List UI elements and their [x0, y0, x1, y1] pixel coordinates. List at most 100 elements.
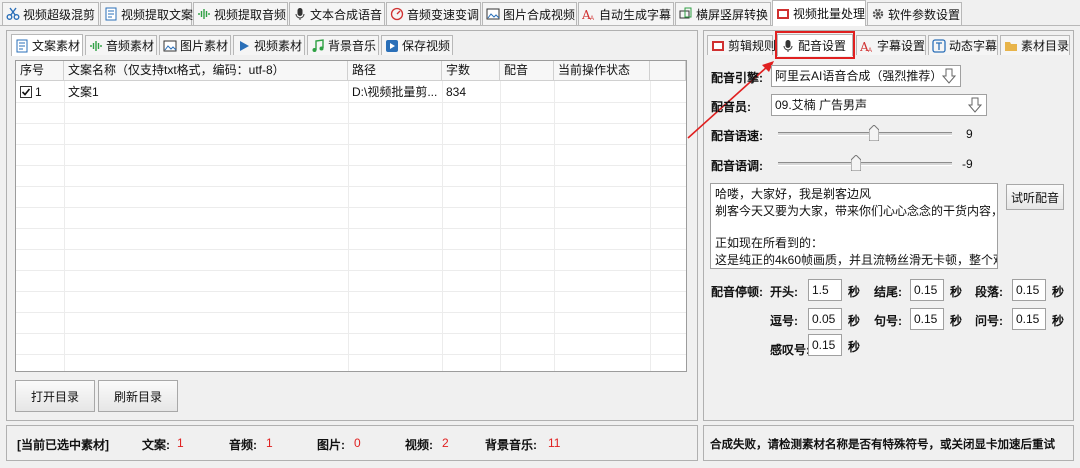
- pause-comma-input[interactable]: 0.05: [808, 308, 842, 330]
- status-bgm-label: 背景音乐:: [485, 438, 537, 452]
- tab-subtitle-settings[interactable]: AA 字幕设置: [856, 35, 926, 55]
- pause-exclaim-input[interactable]: 0.15: [808, 334, 842, 356]
- tab-text-material[interactable]: 文案素材: [11, 34, 83, 56]
- tab-auto-subtitle[interactable]: AA 自动生成字幕: [578, 2, 674, 25]
- pitch-slider-track[interactable]: [778, 162, 952, 166]
- audio-wave-icon: [90, 40, 102, 51]
- dropdown-arrow-icon[interactable]: [964, 95, 986, 115]
- col-name[interactable]: 文案名称（仅支持txt格式，编码：utf-8）: [64, 61, 348, 81]
- tab-orientation[interactable]: 横屏竖屏转换: [675, 2, 771, 25]
- tab-material-directory[interactable]: 素材目录: [1000, 35, 1070, 55]
- sample-text-area[interactable]: 哈喽，大家好，我是剃客边风 剃客今天又要为大家，带来你们心心念念的干货内容， 正…: [710, 183, 998, 269]
- tab-video-mix[interactable]: 视频超级混剪: [2, 2, 99, 25]
- row-status: [554, 82, 650, 102]
- preview-voice-button[interactable]: 试听配音: [1006, 184, 1064, 210]
- tab-label: 视频超级混剪: [23, 7, 96, 22]
- grid-row-line: [16, 228, 686, 229]
- tab-audio-material[interactable]: 音频素材: [85, 35, 157, 55]
- checkbox-checked-icon[interactable]: [20, 86, 32, 98]
- col-voice[interactable]: 配音: [500, 61, 554, 81]
- tab-extract-text[interactable]: 视频提取文案: [100, 2, 193, 25]
- tab-image-to-video[interactable]: 图片合成视频: [482, 2, 577, 25]
- row-path: D:\视频批量剪...: [352, 85, 438, 99]
- tab-text-to-speech[interactable]: 文本合成语音: [289, 2, 385, 25]
- tab-label: 自动生成字幕: [599, 7, 672, 22]
- tab-label: 剪辑规则: [728, 39, 777, 53]
- status-video-label: 视频:: [405, 438, 433, 452]
- tab-software-settings[interactable]: 软件参数设置: [867, 2, 962, 25]
- image-icon: [486, 8, 500, 20]
- grid-row-line: [16, 333, 686, 334]
- voice-actor-value: 09.艾楠 广告男声: [775, 98, 868, 112]
- tab-bgm[interactable]: 背景音乐: [307, 35, 379, 55]
- tab-label: 动态字幕: [949, 39, 998, 53]
- pause-question-input[interactable]: 0.15: [1012, 308, 1046, 330]
- tab-label: 文本合成语音: [310, 7, 383, 22]
- pause-period-label: 句号:: [874, 314, 902, 328]
- tab-edit-rules[interactable]: 剪辑规则: [707, 35, 777, 55]
- pause-end-input[interactable]: 0.15: [910, 279, 944, 301]
- open-directory-button[interactable]: 打开目录: [15, 380, 95, 412]
- engine-label: 配音引擎:: [711, 71, 763, 85]
- status-text-count: 1: [177, 436, 184, 450]
- document-icon: [105, 7, 117, 21]
- grid-col-line: [64, 81, 65, 371]
- engine-select[interactable]: 阿里云AI语音合成（强烈推荐）: [771, 65, 961, 87]
- film-icon: [777, 8, 789, 19]
- pitch-label: 配音语调:: [711, 159, 763, 173]
- col-path[interactable]: 路径: [348, 61, 442, 81]
- voice-actor-select[interactable]: 09.艾楠 广告男声: [771, 94, 987, 116]
- pause-comma-unit: 秒: [848, 314, 861, 328]
- scissors-icon: [6, 7, 20, 20]
- speed-slider-track[interactable]: [778, 132, 952, 136]
- tab-extract-audio[interactable]: 视频提取音频: [193, 2, 288, 25]
- microphone-icon: [295, 8, 305, 20]
- tab-save-video[interactable]: 保存视频: [381, 35, 453, 55]
- sample-line: [715, 219, 993, 235]
- grid-row-line: [16, 249, 686, 250]
- material-table: 序号 文案名称（仅支持txt格式，编码：utf-8） 路径 字数 配音 当前操作…: [15, 60, 687, 372]
- pitch-slider-thumb[interactable]: [851, 155, 862, 171]
- tab-batch-process[interactable]: 视频批量处理: [772, 0, 866, 26]
- film-icon: [712, 40, 724, 51]
- pause-paragraph-input[interactable]: 0.15: [1012, 279, 1046, 301]
- tab-video-material[interactable]: 视频素材: [233, 35, 305, 55]
- pause-start-label: 开头:: [770, 285, 798, 299]
- grid-row-line: [16, 165, 686, 166]
- pause-end-unit: 秒: [950, 285, 963, 299]
- speed-slider-thumb[interactable]: [868, 125, 879, 141]
- tab-label: 视频批量处理: [793, 7, 866, 21]
- svg-text:A: A: [590, 16, 594, 21]
- pause-comma-label: 逗号:: [770, 314, 798, 328]
- tab-dynamic-subtitle[interactable]: 动态字幕: [928, 35, 998, 55]
- highlight-box: [775, 31, 855, 59]
- table-row[interactable]: 1 文案1 D:\视频批量剪... 834: [16, 82, 686, 102]
- tab-image-material[interactable]: 图片素材: [159, 35, 231, 55]
- col-count[interactable]: 字数: [442, 61, 500, 81]
- row-count: 834: [446, 85, 467, 99]
- tab-label: 音频变速变调: [407, 7, 480, 22]
- pause-exclaim-unit: 秒: [848, 340, 861, 354]
- gear-icon: [872, 8, 884, 20]
- grid-col-line: [650, 81, 651, 371]
- grid-col-line: [348, 81, 349, 371]
- subtitle-icon: AA: [860, 40, 872, 53]
- pause-question-label: 问号:: [975, 314, 1003, 328]
- grid-row-line: [16, 354, 686, 355]
- selection-status-bar: [当前已选中素材] 文案: 1 音频: 1 图片: 0 视频: 2 背景音乐: …: [6, 425, 698, 461]
- col-index[interactable]: 序号: [16, 61, 64, 81]
- pause-paragraph-unit: 秒: [1052, 285, 1065, 299]
- tab-audio-speed[interactable]: 音频变速变调: [386, 2, 481, 25]
- pause-start-input[interactable]: 1.5: [808, 279, 842, 301]
- image-icon: [163, 40, 177, 51]
- sample-line: 正如现在所看到的：: [715, 236, 824, 250]
- subtitle-icon: AA: [582, 8, 594, 21]
- col-status[interactable]: 当前操作状态: [554, 61, 650, 81]
- refresh-directory-button[interactable]: 刷新目录: [98, 380, 178, 412]
- sample-line: 剃客今天又要为大家，带来你们心心念念的干货内容，: [715, 203, 998, 218]
- tab-label: 素材目录: [1021, 39, 1070, 53]
- pause-start-unit: 秒: [848, 285, 861, 299]
- result-status-bar: 合成失败，请检测素材名称是否有特殊符号，或关闭显卡加速后重试: [703, 425, 1074, 461]
- pause-period-input[interactable]: 0.15: [910, 308, 944, 330]
- dropdown-arrow-icon[interactable]: [938, 66, 960, 86]
